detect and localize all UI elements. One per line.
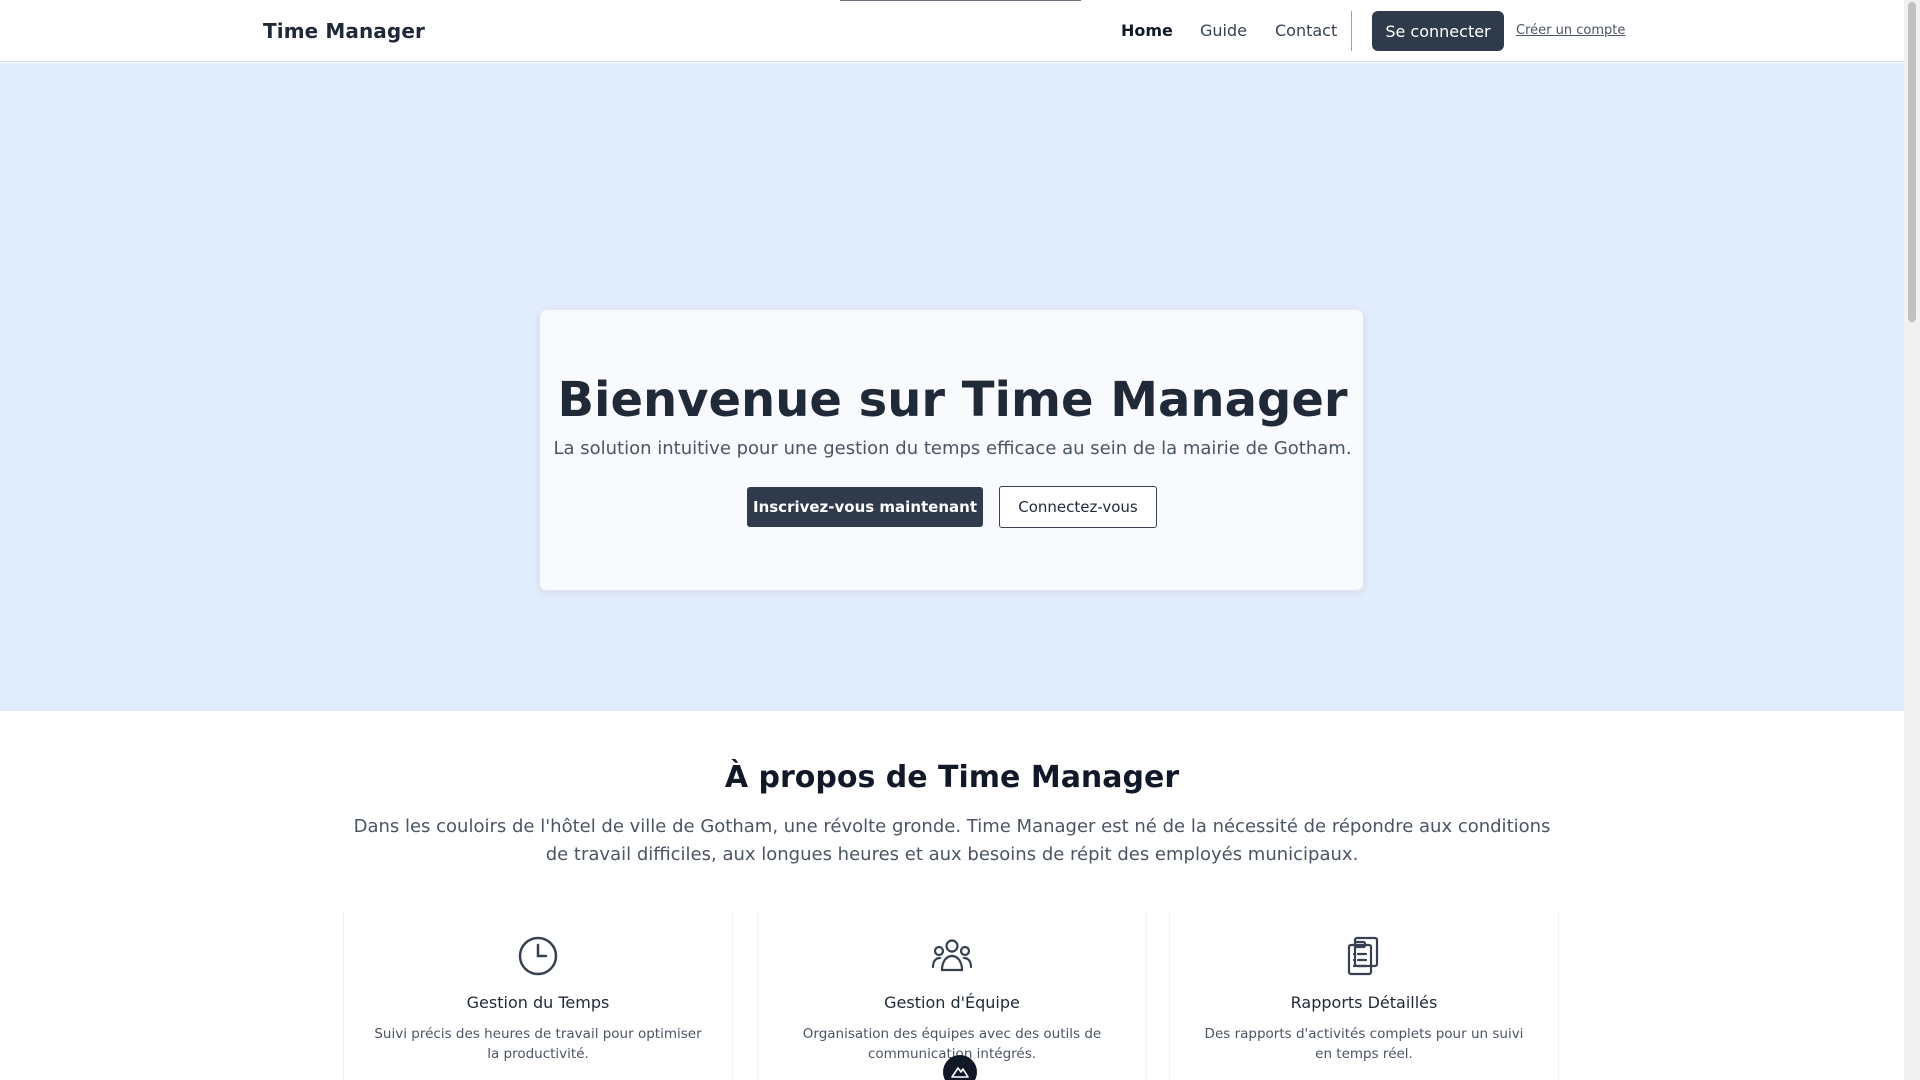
floating-toolbar-icon[interactable] xyxy=(943,1055,977,1080)
hero-section: Bienvenue sur Time Manager La solution i… xyxy=(0,63,1904,711)
mountain-icon xyxy=(951,1067,969,1078)
connect-button[interactable]: Connectez-vous xyxy=(999,486,1157,528)
login-button[interactable]: Se connecter xyxy=(1372,11,1504,51)
top-accent-line xyxy=(840,0,1081,1)
feature-description: Des rapports d'activités complets pour u… xyxy=(1204,1026,1524,1062)
signup-button[interactable]: Inscrivez-vous maintenant xyxy=(747,487,983,527)
feature-description: Suivi précis des heures de travail pour … xyxy=(374,1026,702,1062)
nav-guide-link[interactable]: Guide xyxy=(1200,21,1247,40)
clock-icon xyxy=(518,936,558,976)
clipboard-report-icon xyxy=(1347,936,1379,976)
feature-card-time: Gestion du Temps Suivi précis des heures… xyxy=(343,910,733,1080)
nav-contact-link[interactable]: Contact xyxy=(1275,21,1337,40)
nav-divider xyxy=(1351,11,1352,51)
feature-card-reports: Rapports Détaillés Des rapports d'activi… xyxy=(1169,910,1559,1080)
hero-card: Bienvenue sur Time Manager La solution i… xyxy=(539,309,1364,591)
top-navbar: Time Manager Home Guide Contact Se conne… xyxy=(0,0,1904,62)
scrollbar-thumb[interactable] xyxy=(1908,2,1916,322)
nav-home-link[interactable]: Home xyxy=(1121,21,1173,40)
hero-title: Bienvenue sur Time Manager xyxy=(557,372,1348,428)
brand-logo-text[interactable]: Time Manager xyxy=(263,19,425,43)
feature-title: Gestion du Temps xyxy=(466,993,610,1012)
page-scrollbar[interactable] xyxy=(1904,0,1920,1080)
about-title: À propos de Time Manager xyxy=(724,760,1180,795)
hero-subtitle: La solution intuitive pour une gestion d… xyxy=(553,438,1352,459)
create-account-link[interactable]: Créer un compte xyxy=(1516,23,1625,38)
feature-title: Rapports Détaillés xyxy=(1290,993,1438,1012)
about-description: Dans les couloirs de l'hôtel de ville de… xyxy=(353,816,1551,865)
feature-title: Gestion d'Équipe xyxy=(884,993,1020,1012)
team-icon xyxy=(931,939,973,972)
